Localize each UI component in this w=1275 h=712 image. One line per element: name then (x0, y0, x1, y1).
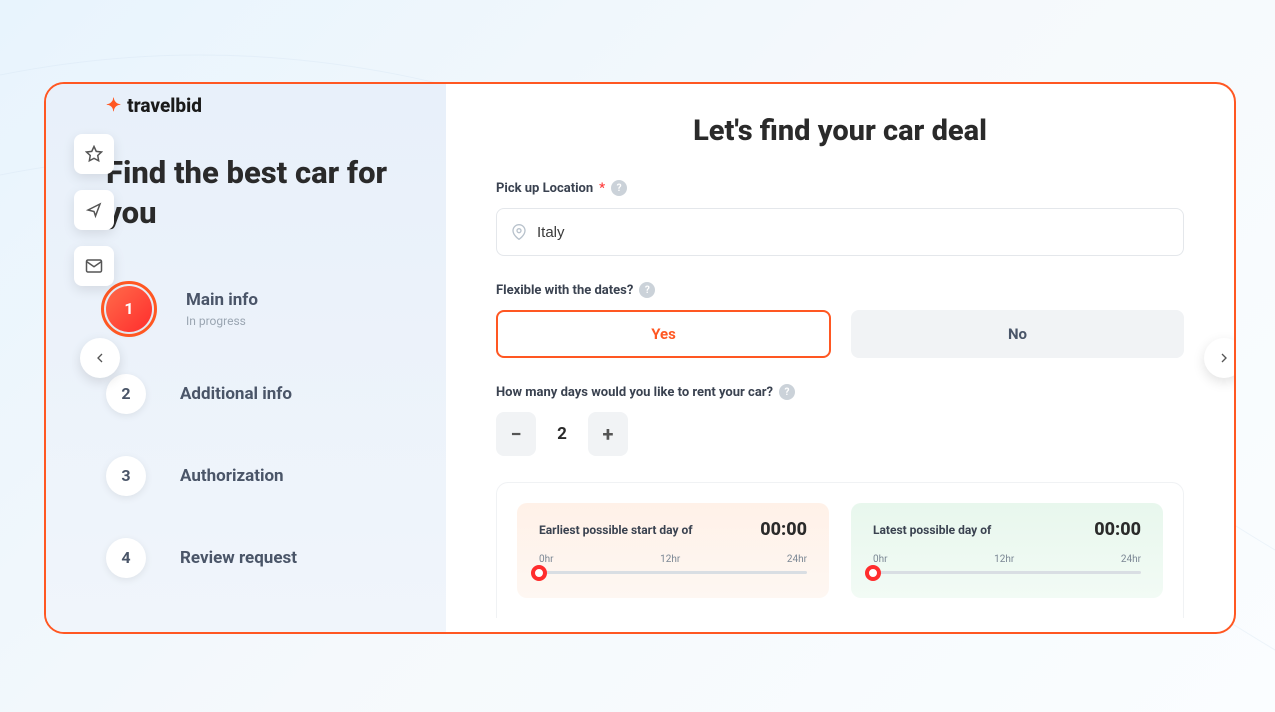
share-icon (85, 201, 103, 219)
flexible-label: Flexible with the dates? (496, 283, 633, 298)
pickup-input[interactable] (537, 224, 1169, 241)
help-icon[interactable]: ? (611, 180, 627, 196)
brand-name: travelbid (127, 94, 202, 117)
latest-slider[interactable]: 0hr 12hr 24hr (873, 554, 1141, 574)
location-pin-icon (511, 224, 527, 240)
step-label: Review request (180, 548, 297, 568)
step-number: 1 (106, 286, 152, 332)
earliest-time-card: Earliest possible start day of 00:00 0hr… (517, 503, 829, 598)
days-field: How many days would you like to rent you… (496, 384, 1184, 456)
flexible-yes-button[interactable]: Yes (496, 310, 831, 358)
mail-icon (85, 257, 103, 275)
flexible-field: Flexible with the dates? ? Yes No (496, 282, 1184, 358)
earliest-slider[interactable]: 0hr 12hr 24hr (539, 554, 807, 574)
step-number: 4 (106, 538, 146, 578)
step-label: Additional info (180, 384, 292, 404)
carousel-prev-button[interactable] (80, 338, 120, 378)
step-authorization[interactable]: 3 Authorization (106, 456, 416, 496)
steps-list: 1 Main info In progress 2 Additional inf… (106, 286, 416, 578)
increment-button[interactable]: + (588, 412, 628, 456)
pickup-input-wrapper[interactable] (496, 208, 1184, 256)
days-value: 2 (552, 424, 572, 444)
main-content: Let's find your car deal Pick up Locatio… (446, 84, 1234, 632)
earliest-label: Earliest possible start day of (539, 523, 693, 537)
slider-tick: 12hr (994, 554, 1014, 565)
slider-tick: 12hr (660, 554, 680, 565)
slider-tick: 24hr (787, 554, 807, 565)
help-icon[interactable]: ? (639, 282, 655, 298)
time-range-container: Earliest possible start day of 00:00 0hr… (496, 482, 1184, 618)
slider-tick: 0hr (539, 554, 554, 565)
chevron-left-icon (92, 350, 108, 366)
decrement-button[interactable]: − (496, 412, 536, 456)
mail-button[interactable] (74, 246, 114, 286)
logo-icon: ✦ (106, 95, 121, 116)
page-title: Let's find your car deal (496, 114, 1184, 148)
latest-label: Latest possible day of (873, 523, 991, 537)
pickup-field: Pick up Location * ? (496, 180, 1184, 256)
latest-time-card: Latest possible day of 00:00 0hr 12hr 24… (851, 503, 1163, 598)
step-label: Authorization (180, 466, 284, 486)
step-label: Main info (186, 290, 258, 310)
latest-value: 00:00 (1094, 519, 1141, 540)
share-button[interactable] (74, 190, 114, 230)
slider-tick: 24hr (1121, 554, 1141, 565)
pickup-label: Pick up Location (496, 181, 593, 196)
floating-action-bar (74, 134, 114, 286)
step-review[interactable]: 4 Review request (106, 538, 416, 578)
slider-thumb[interactable] (531, 565, 547, 581)
step-number: 2 (106, 374, 146, 414)
step-main-info[interactable]: 1 Main info In progress (106, 286, 416, 332)
sidebar-title: Find the best car for you (106, 153, 416, 234)
step-number: 3 (106, 456, 146, 496)
earliest-value: 00:00 (760, 519, 807, 540)
main-card: ✦ travelbid Find the best car for you 1 … (44, 82, 1236, 634)
star-icon (85, 145, 103, 163)
favorite-button[interactable] (74, 134, 114, 174)
carousel-next-button[interactable] (1204, 338, 1236, 378)
days-stepper: − 2 + (496, 412, 1184, 456)
step-additional-info[interactable]: 2 Additional info (106, 374, 416, 414)
flexible-no-button[interactable]: No (851, 310, 1184, 358)
slider-tick: 0hr (873, 554, 888, 565)
slider-thumb[interactable] (865, 565, 881, 581)
help-icon[interactable]: ? (779, 384, 795, 400)
step-sub: In progress (186, 314, 258, 328)
required-marker: * (599, 181, 605, 196)
brand-logo: ✦ travelbid (106, 94, 416, 117)
days-label: How many days would you like to rent you… (496, 385, 773, 400)
chevron-right-icon (1216, 350, 1232, 366)
